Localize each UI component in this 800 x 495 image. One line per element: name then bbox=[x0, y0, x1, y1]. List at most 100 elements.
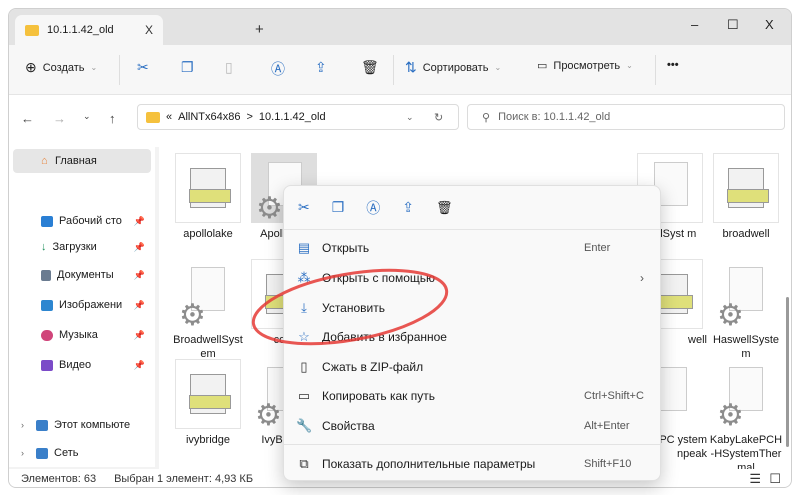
menu-label: Добавить в избранное bbox=[322, 330, 447, 344]
menu-item-add-favorites[interactable]: ☆ Добавить в избранное bbox=[284, 323, 660, 351]
menu-item-open[interactable]: ▤ Открыть Enter bbox=[284, 234, 660, 262]
close-button[interactable]: X bbox=[765, 17, 774, 32]
sidebar-label: Видео bbox=[59, 359, 92, 371]
share-icon[interactable]: ⇪ bbox=[315, 59, 327, 76]
file-item[interactable]: ⚙ KabyLakePCH-HSystemThermal bbox=[709, 359, 783, 475]
sort-icon: ⇅ bbox=[405, 59, 417, 75]
tab-close-button[interactable]: X bbox=[145, 23, 153, 37]
menu-shortcut: Enter bbox=[584, 242, 611, 254]
divider bbox=[119, 55, 120, 85]
tab-current[interactable]: 10.1.1.42_old X bbox=[15, 15, 163, 45]
chevron-down-icon: ⌄ bbox=[494, 63, 502, 72]
back-icon[interactable]: ← bbox=[21, 111, 34, 126]
file-item[interactable]: ⚙ BroadwellSystem bbox=[171, 259, 245, 361]
refresh-icon[interactable]: ↻ bbox=[434, 111, 443, 124]
file-item[interactable]: broadwell bbox=[709, 153, 783, 241]
file-label: ivybridge bbox=[185, 434, 231, 446]
chevron-down-icon[interactable]: ⌄ bbox=[406, 112, 414, 123]
maximize-button[interactable]: ☐ bbox=[727, 17, 739, 33]
menu-divider bbox=[284, 444, 660, 445]
sidebar-label: Рабочий сто bbox=[59, 215, 122, 227]
more-button[interactable]: ••• bbox=[667, 59, 679, 71]
view-icon: ▭ bbox=[537, 60, 548, 72]
menu-item-open-with[interactable]: ⁂ Открыть с помощью › bbox=[284, 264, 660, 292]
navigation-pane: ⌂ Главная Рабочий сто 📌 ↓ Загрузки 📌 Докумен… bbox=[9, 147, 155, 467]
menu-item-install[interactable]: ⤓ Установить bbox=[284, 294, 660, 322]
sidebar-label: Загрузки bbox=[52, 241, 97, 253]
cut-icon[interactable]: ✂ bbox=[298, 199, 310, 216]
menu-label: Свойства bbox=[322, 419, 375, 433]
breadcrumb-item[interactable]: 10.1.1.42_old bbox=[259, 111, 326, 123]
search-input[interactable]: ⚲ Поиск в: 10.1.1.42_old bbox=[467, 104, 785, 130]
file-label: BroadwellSystem bbox=[173, 334, 243, 360]
sidebar-item-downloads[interactable]: ↓ Загрузки 📌 bbox=[41, 235, 147, 259]
share-icon[interactable]: ⇪ bbox=[402, 199, 414, 216]
setup-info-icon bbox=[727, 168, 769, 208]
zip-icon: ▯ bbox=[300, 359, 308, 374]
sidebar-item-desktop[interactable]: Рабочий сто 📌 bbox=[41, 209, 147, 233]
sidebar-item-documents[interactable]: Документы 📌 bbox=[41, 263, 147, 287]
folder-icon bbox=[146, 111, 160, 123]
pin-icon: 📌 bbox=[133, 359, 145, 370]
menu-label: Установить bbox=[322, 301, 385, 315]
menu-item-zip[interactable]: ▯ Сжать в ZIP-файл bbox=[284, 353, 660, 381]
sort-button[interactable]: ⇅ Сортировать ⌄ bbox=[405, 59, 501, 76]
tiles-view-icon[interactable]: ☐ bbox=[769, 471, 781, 487]
forward-icon[interactable]: → bbox=[53, 111, 66, 126]
sidebar-item-home[interactable]: ⌂ Главная bbox=[13, 149, 151, 173]
paste-icon[interactable]: ▯ bbox=[225, 59, 233, 76]
chevron-down-icon: ⌄ bbox=[626, 61, 633, 70]
menu-item-more-options[interactable]: ⧉ Показать дополнительные параметры Shift+… bbox=[284, 450, 660, 478]
chevron-right-icon[interactable]: › bbox=[21, 448, 24, 458]
wrench-icon: 🔧 bbox=[296, 418, 313, 433]
pin-icon: 📌 bbox=[133, 299, 145, 310]
copy-icon[interactable]: ❐ bbox=[181, 59, 194, 76]
computer-icon bbox=[36, 419, 48, 431]
gear-icon: ⚙ bbox=[717, 299, 744, 332]
cut-icon[interactable]: ✂ bbox=[137, 59, 149, 76]
vertical-scrollbar[interactable] bbox=[786, 297, 789, 447]
sidebar-item-network[interactable]: › Сеть bbox=[21, 441, 147, 465]
sidebar-item-music[interactable]: Музыка 📌 bbox=[41, 323, 147, 347]
up-icon[interactable]: ↑ bbox=[109, 111, 116, 126]
create-button[interactable]: ⊕ Создать ⌄ bbox=[25, 59, 97, 76]
file-item[interactable]: ⚙ HaswellSystem bbox=[709, 259, 783, 361]
menu-item-properties[interactable]: 🔧 Свойства Alt+Enter bbox=[284, 412, 660, 440]
gear-icon: ⚙ bbox=[179, 299, 206, 332]
selection-info: Выбран 1 элемент: 4,93 КБ bbox=[114, 473, 254, 485]
breadcrumb-separator: > bbox=[246, 111, 253, 123]
menu-label: Показать дополнительные параметры bbox=[322, 457, 536, 471]
home-icon: ⌂ bbox=[41, 155, 48, 167]
music-icon bbox=[41, 329, 53, 341]
sidebar-item-videos[interactable]: Видео 📌 bbox=[41, 353, 147, 377]
sort-label: Сортировать bbox=[422, 61, 489, 74]
delete-icon[interactable]: 🗑 bbox=[361, 59, 379, 76]
pin-icon: 📌 bbox=[133, 215, 145, 226]
sidebar-item-this-pc[interactable]: › Этот компьюте bbox=[21, 413, 147, 437]
rename-icon[interactable]: Ⓐ bbox=[271, 59, 285, 79]
file-item[interactable]: apollolake bbox=[171, 153, 245, 241]
context-quick-actions: ✂ ❐ Ⓐ ⇪ 🗑 bbox=[284, 186, 660, 230]
menu-label: Копировать как путь bbox=[322, 389, 435, 403]
sidebar-item-pictures[interactable]: Изображени 📌 bbox=[41, 293, 147, 317]
copy-icon[interactable]: ❐ bbox=[332, 199, 345, 216]
minimize-button[interactable]: – bbox=[691, 17, 698, 32]
delete-icon[interactable]: 🗑 bbox=[436, 200, 453, 216]
menu-item-copy-path[interactable]: ▭ Копировать как путь Ctrl+Shift+C bbox=[284, 382, 660, 410]
download-icon: ⤓ bbox=[301, 300, 307, 315]
documents-icon bbox=[41, 269, 51, 281]
command-bar: ⊕ Создать ⌄ ✂ ❐ ▯ Ⓐ ⇪ 🗑 ⇅ Сортировать ⌄ ▭ Про… bbox=[9, 45, 791, 95]
recent-chevron-icon[interactable]: ⌄ bbox=[83, 111, 91, 122]
menu-shortcut: Ctrl+Shift+C bbox=[584, 390, 644, 402]
breadcrumb-item[interactable]: AllNTx64x86 bbox=[178, 111, 240, 123]
new-tab-button[interactable]: + bbox=[255, 21, 264, 38]
file-label: apollolake bbox=[183, 228, 233, 240]
rename-icon[interactable]: Ⓐ bbox=[366, 198, 380, 218]
overflow-crumb[interactable]: « bbox=[166, 111, 172, 123]
address-bar[interactable]: « AllNTx64x86 > 10.1.1.42_old ⌄ ↻ bbox=[137, 104, 459, 130]
view-button[interactable]: ▭ Просмотреть ⌄ bbox=[537, 59, 633, 73]
file-item[interactable]: ivybridge bbox=[171, 359, 245, 447]
details-view-icon[interactable]: ☰ bbox=[749, 471, 761, 487]
file-label: KabyLakePCH-HSystemThermal bbox=[709, 434, 783, 474]
chevron-right-icon[interactable]: › bbox=[21, 420, 24, 430]
